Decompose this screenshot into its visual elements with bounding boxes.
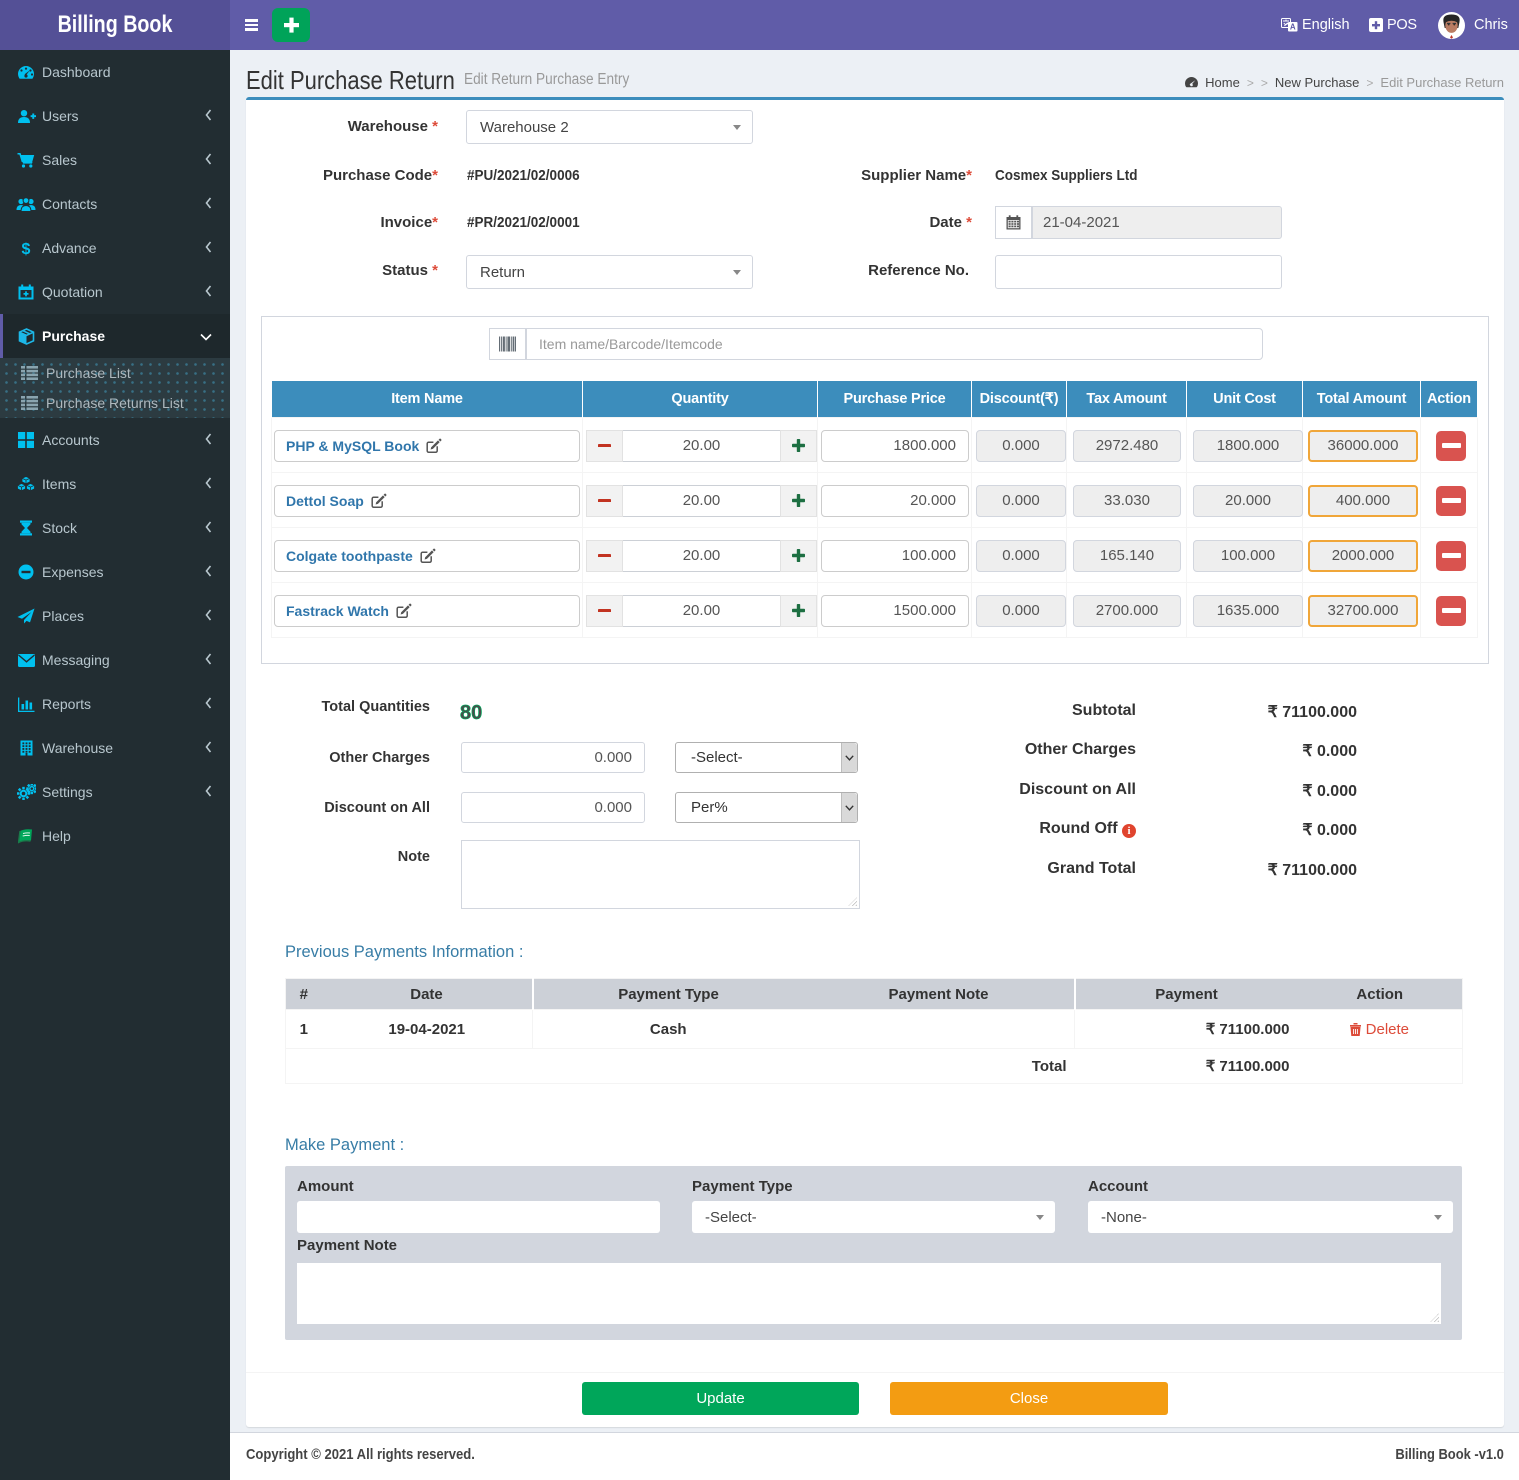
svg-text:A: A [1290, 23, 1296, 32]
svg-text:$: $ [22, 241, 31, 257]
